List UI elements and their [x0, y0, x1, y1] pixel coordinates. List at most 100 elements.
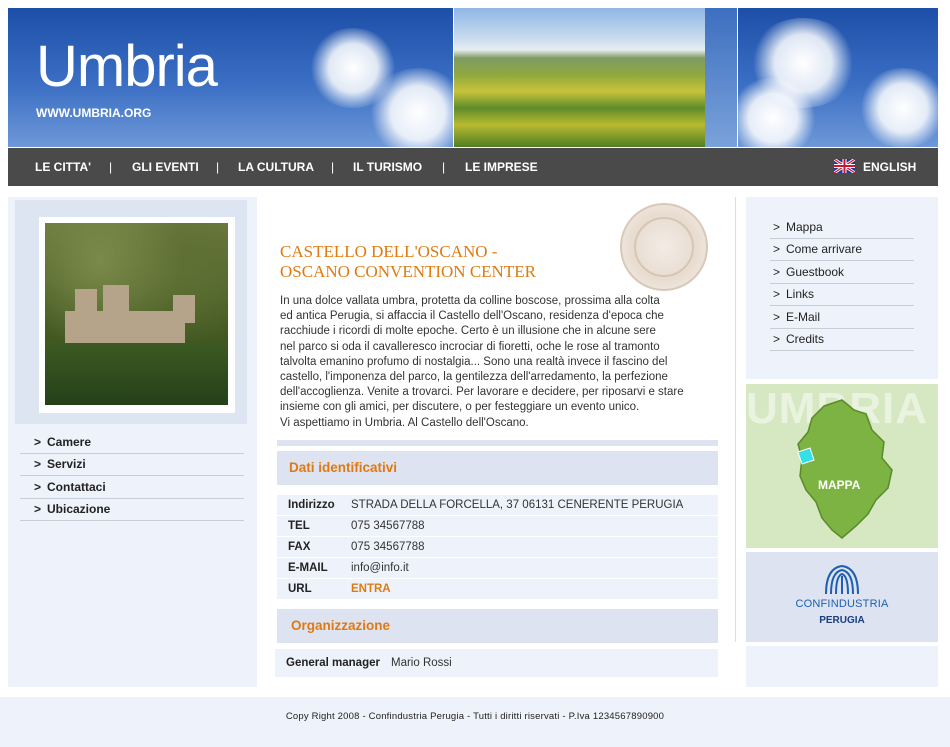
- url-enter-link[interactable]: ENTRA: [351, 583, 391, 595]
- info-row-email: E-MAIL info@info.it: [277, 558, 718, 579]
- info-key: General manager: [286, 657, 380, 669]
- left-menu-item-ubicazione[interactable]: > Ubicazione: [20, 499, 244, 521]
- chevron-right-icon: >: [34, 457, 42, 471]
- right-menu-label: Mappa: [786, 220, 823, 234]
- right-menu-label: Guestbook: [786, 265, 845, 279]
- right-menu-label: Links: [786, 287, 815, 301]
- right-menu-item-come-arrivare[interactable]: > Come arrivare: [770, 239, 914, 261]
- sky-photo-strip: [705, 8, 738, 147]
- left-menu-item-contattaci[interactable]: > Contattaci: [20, 477, 244, 499]
- info-value: 075 34567788: [351, 520, 425, 532]
- chevron-right-icon: >: [34, 480, 42, 494]
- description-line: dell'accoglienza. Venite a trovarci. Per…: [280, 386, 684, 399]
- nav-item-la-cultura[interactable]: LA CULTURA: [238, 160, 314, 174]
- right-sidebar-spacer: [746, 646, 938, 687]
- left-menu-label: Ubicazione: [47, 502, 111, 516]
- nav-separator: |: [331, 160, 335, 174]
- description-line: talvolta emanino profumo di nostalgia...…: [280, 355, 668, 368]
- info-value-email-link[interactable]: info@info.it: [351, 562, 409, 574]
- forest-foreground: [45, 343, 228, 405]
- chevron-right-icon: >: [34, 435, 42, 449]
- uk-flag-icon[interactable]: [834, 159, 855, 173]
- right-menu-label: Come arrivare: [786, 242, 863, 256]
- map-label: MAPPA: [818, 478, 861, 492]
- confindustria-sponsor-box[interactable]: CONFINDUSTRIA PERUGIA: [746, 552, 938, 642]
- description-line: nel parco si oda il cavalleresco incroci…: [280, 340, 660, 353]
- chevron-right-icon: >: [773, 265, 781, 279]
- nav-item-il-turismo[interactable]: IL TURISMO: [353, 160, 422, 174]
- chevron-right-icon: >: [773, 287, 781, 301]
- chevron-right-icon: >: [773, 220, 781, 234]
- identity-section-header: Dati identificativi: [277, 451, 718, 485]
- info-row-url: URL ENTRA: [277, 579, 718, 600]
- info-value: STRADA DELLA FORCELLA, 37 06131 CENERENT…: [351, 499, 684, 511]
- column-divider: [735, 197, 736, 642]
- organization-section-header: Organizzazione: [277, 609, 718, 643]
- sponsor-city: PERUGIA: [819, 615, 865, 626]
- site-url[interactable]: WWW.UMBRIA.ORG: [36, 106, 151, 120]
- right-menu-label: Credits: [786, 332, 825, 346]
- info-value: Mario Rossi: [391, 657, 452, 669]
- site-title: Umbria: [36, 34, 218, 99]
- right-menu-item-credits[interactable]: > Credits: [770, 329, 914, 351]
- left-menu-label: Servizi: [47, 457, 86, 471]
- description-line: racchiude i ricordi di molte epoche. Cer…: [280, 325, 656, 338]
- left-menu-item-servizi[interactable]: > Servizi: [20, 454, 244, 476]
- identity-section-title: Dati identificativi: [289, 460, 398, 475]
- page-title-line-1: CASTELLO DELL'OSCANO -: [280, 242, 498, 261]
- cloud-decoration: [858, 68, 938, 147]
- nav-item-le-citta[interactable]: LE CITTA': [35, 160, 91, 174]
- info-row-general-manager: General manager Mario Rossi: [275, 649, 718, 678]
- info-value: 075 34567788: [351, 541, 425, 553]
- info-row-tel: TEL 075 34567788: [277, 516, 718, 537]
- language-switch-english[interactable]: ENGLISH: [863, 160, 916, 174]
- description-line: In una dolce vallata umbra, protetta da …: [280, 295, 660, 307]
- castle-tower: [75, 289, 97, 319]
- chevron-right-icon: >: [773, 332, 781, 346]
- organization-section-title: Organizzazione: [291, 618, 391, 633]
- right-menu-item-email[interactable]: > E-Mail: [770, 307, 914, 329]
- chevron-right-icon: >: [773, 242, 781, 256]
- chevron-right-icon: >: [773, 310, 781, 324]
- castle-seal-emblem: [620, 203, 708, 291]
- photo-frame: [15, 200, 247, 424]
- info-key: FAX: [288, 541, 311, 553]
- description-text: In una dolce vallata umbra, protetta da …: [280, 294, 700, 431]
- nav-item-gli-eventi[interactable]: GLI EVENTI: [132, 160, 199, 174]
- info-key: TEL: [288, 520, 310, 532]
- castle-tower: [173, 295, 195, 323]
- left-menu-label: Camere: [47, 435, 92, 449]
- left-menu-label: Contattaci: [47, 480, 106, 494]
- info-row-address: Indirizzo STRADA DELLA FORCELLA, 37 0613…: [277, 495, 718, 516]
- left-menu-item-camere[interactable]: > Camere: [20, 432, 244, 454]
- info-row-fax: FAX 075 34567788: [277, 537, 718, 558]
- page-title: CASTELLO DELL'OSCANO - OSCANO CONVENTION…: [280, 242, 620, 282]
- right-menu-item-mappa[interactable]: > Mappa: [770, 217, 914, 239]
- description-line: castello, l'imponenza del parco, la gent…: [280, 371, 668, 384]
- section-divider: [277, 440, 718, 446]
- castle-tower: [103, 285, 129, 317]
- info-key: URL: [288, 583, 312, 595]
- info-key: Indirizzo: [288, 499, 335, 511]
- nav-separator: |: [109, 160, 113, 174]
- footer: Copy Right 2008 - Confindustria Perugia …: [0, 697, 950, 747]
- page-title-line-2: OSCANO CONVENTION CENTER: [280, 262, 536, 281]
- right-menu-item-links[interactable]: > Links: [770, 284, 914, 306]
- main-navigation: LE CITTA' | GLI EVENTI | LA CULTURA | IL…: [8, 148, 938, 186]
- left-sidebar: > Camere > Servizi > Contattaci > Ubicaz…: [8, 197, 257, 687]
- nav-separator: |: [442, 160, 446, 174]
- right-menu-label: E-Mail: [786, 310, 821, 324]
- landscape-photo: [453, 8, 706, 147]
- right-sidebar-menu: > Mappa > Come arrivare > Guestbook > Li…: [746, 197, 938, 379]
- castle-photo: [45, 223, 228, 405]
- seal-inner-ring: [634, 217, 694, 277]
- footer-copyright: Copy Right 2008 - Confindustria Perugia …: [285, 711, 665, 722]
- right-menu-item-guestbook[interactable]: > Guestbook: [770, 262, 914, 284]
- description-line: Vi aspettiamo in Umbria. Al Castello del…: [280, 416, 529, 429]
- description-line: insieme con gli amici, per discutere, o …: [280, 401, 640, 414]
- description-line: ed antica Perugia, si affaccia il Castel…: [280, 310, 664, 323]
- chevron-right-icon: >: [34, 502, 42, 516]
- main-content: CASTELLO DELL'OSCANO - OSCANO CONVENTION…: [275, 197, 720, 687]
- nav-item-le-imprese[interactable]: LE IMPRESE: [465, 160, 538, 174]
- map-link-box[interactable]: UMBRIA MAPPA: [746, 384, 938, 548]
